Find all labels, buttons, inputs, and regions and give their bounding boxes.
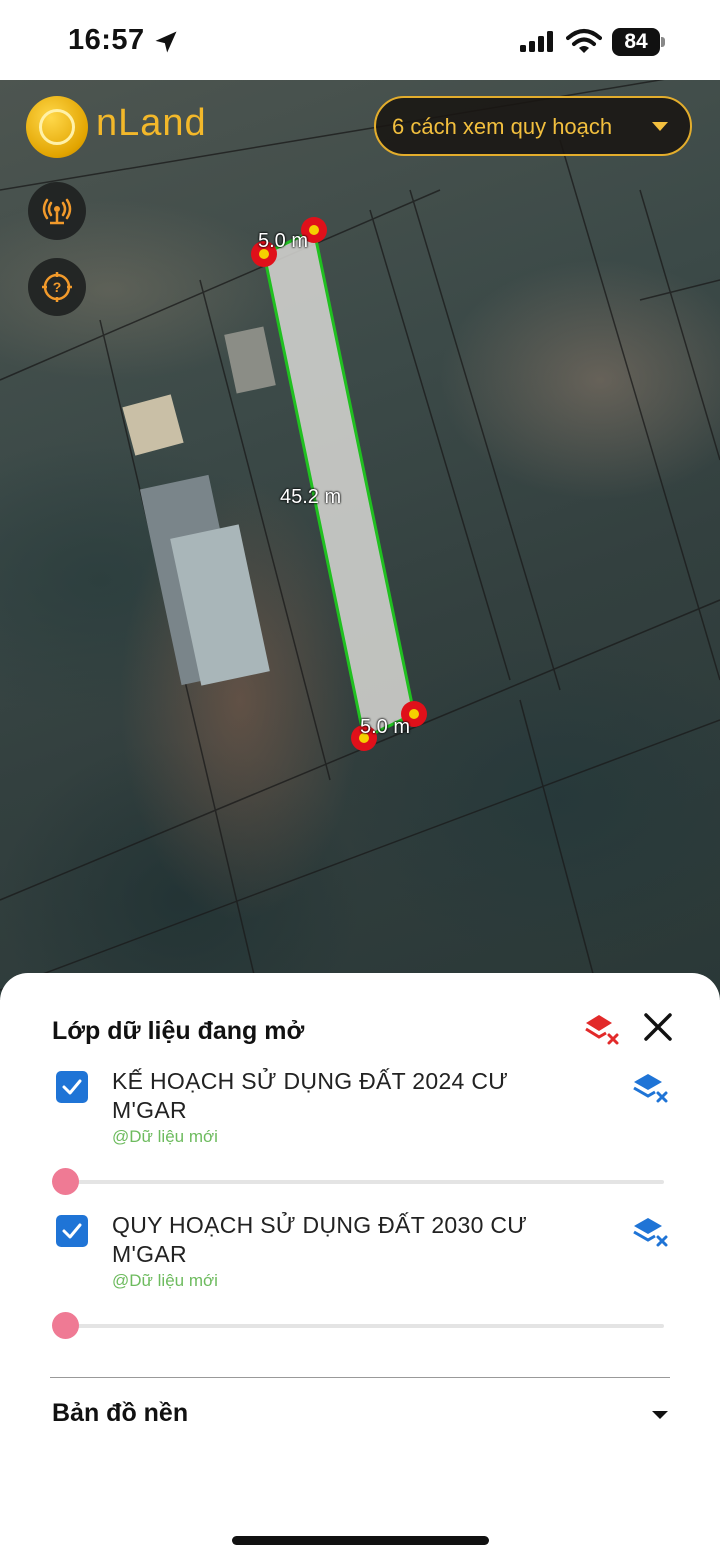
status-time: 16:57 xyxy=(68,24,145,56)
layer-name: QUY HOẠCH SỬ DỤNG ĐẤT 2030 CƯ M'GAR xyxy=(112,1212,528,1267)
help-button[interactable]: ? xyxy=(28,258,86,316)
wifi-icon xyxy=(566,29,602,53)
svg-text:?: ? xyxy=(53,279,62,295)
check-icon xyxy=(62,1079,82,1095)
broadcast-button[interactable] xyxy=(28,182,86,240)
logo-text: nLand xyxy=(96,102,207,144)
close-icon[interactable] xyxy=(640,1009,676,1045)
layer-source: @Dữ liệu mới xyxy=(112,1271,218,1290)
sheet-title: Lớp dữ liệu đang mở xyxy=(52,1017,305,1045)
layer-checkbox[interactable] xyxy=(56,1215,88,1247)
basemap-label[interactable]: Bản đồ nền xyxy=(52,1399,188,1428)
planning-views-button[interactable]: 6 cách xem quy hoạch xyxy=(374,96,692,156)
broadcast-icon xyxy=(42,198,72,225)
opacity-slider-thumb-1[interactable] xyxy=(52,1168,79,1195)
chevron-down-icon xyxy=(652,122,668,131)
signal-icon xyxy=(520,31,553,52)
remove-layer-icon[interactable] xyxy=(632,1071,672,1107)
layer-checkbox[interactable] xyxy=(56,1071,88,1103)
measure-label-top: 5.0 m xyxy=(258,230,309,252)
opacity-slider-track-1[interactable] xyxy=(54,1180,664,1184)
location-arrow-icon xyxy=(155,31,177,53)
measure-label-length: 45.2 m xyxy=(280,486,342,508)
check-icon xyxy=(62,1223,82,1239)
map-overlay xyxy=(0,80,720,1000)
layer-source: @Dữ liệu mới xyxy=(112,1127,218,1146)
help-icon: ? xyxy=(42,272,72,302)
remove-layer-icon[interactable] xyxy=(632,1215,672,1251)
clear-layers-icon[interactable] xyxy=(584,1011,620,1047)
measure-label-bottom: 5.0 m xyxy=(360,716,411,738)
home-indicator[interactable] xyxy=(232,1536,489,1545)
opacity-slider-thumb-2[interactable] xyxy=(52,1312,79,1339)
chevron-down-icon[interactable] xyxy=(652,1411,668,1419)
opacity-slider-track-2[interactable] xyxy=(54,1324,664,1328)
divider xyxy=(50,1377,670,1378)
status-bar: 16:57 84 xyxy=(0,0,720,80)
planning-views-label: 6 cách xem quy hoạch xyxy=(392,114,613,139)
battery-level: 84 xyxy=(612,28,660,56)
battery-icon: 84 xyxy=(612,28,665,56)
layer-name: KẾ HOẠCH SỬ DỤNG ĐẤT 2024 CƯ M'GAR xyxy=(112,1068,509,1123)
layers-sheet: Lớp dữ liệu đang mở KẾ HOẠCH SỬ DỤNG ĐẤT… xyxy=(0,973,720,1557)
map-view[interactable]: nLand 6 cách xem quy hoạch ? 5.0 m 45.2 … xyxy=(0,80,720,1000)
logo-coin-icon xyxy=(26,96,88,158)
